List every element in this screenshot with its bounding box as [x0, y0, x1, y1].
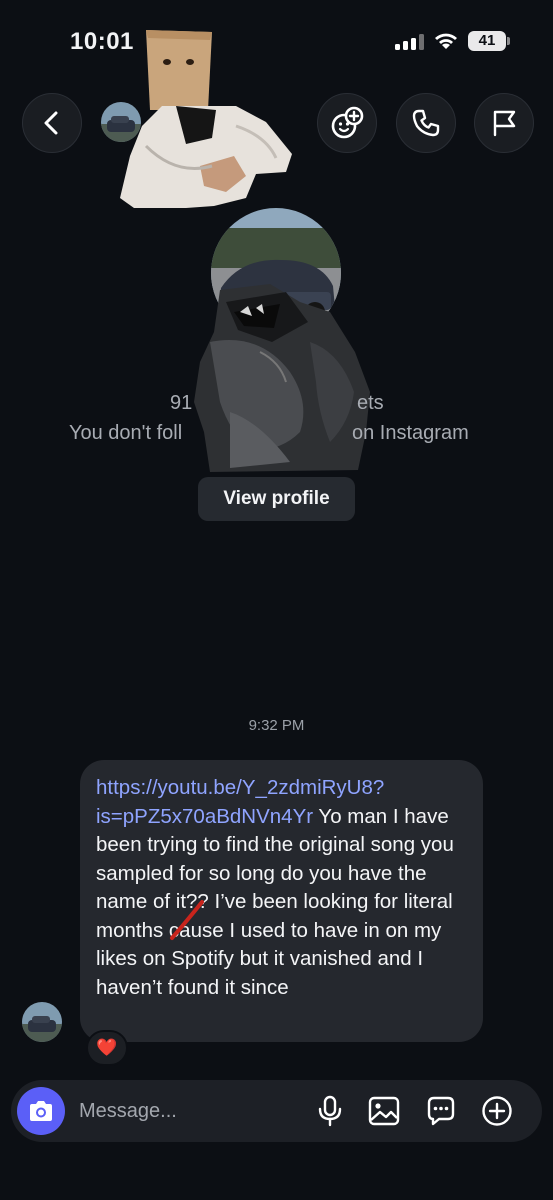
view-profile-button[interactable]: View profile [198, 477, 355, 521]
profile-stats-left: 91 [170, 392, 193, 414]
microphone-icon [318, 1095, 342, 1127]
message-composer [11, 1080, 542, 1142]
gallery-icon [368, 1096, 400, 1126]
profile-follow-right: on Instagram [352, 422, 469, 444]
report-button[interactable] [474, 93, 534, 153]
call-button[interactable] [396, 93, 456, 153]
more-options-button[interactable] [480, 1094, 514, 1128]
camera-icon [30, 1101, 52, 1121]
phone-icon [412, 109, 440, 137]
add-effects-button[interactable] [317, 93, 377, 153]
bag-head-sticker[interactable] [116, 26, 296, 213]
heart-icon: ❤️ [96, 1038, 118, 1057]
sticker-button[interactable] [424, 1094, 458, 1128]
wifi-icon [433, 31, 459, 56]
plus-icon [482, 1096, 512, 1126]
sender-avatar[interactable] [22, 1002, 62, 1042]
cellular-signal-icon [395, 34, 425, 50]
battery-tip [507, 37, 510, 45]
message-bubble[interactable]: https://youtu.be/Y_2zdmiRyU8?is=pPZ5x70a… [80, 760, 483, 1042]
gallery-button[interactable] [367, 1094, 401, 1128]
add-effects-icon [331, 106, 364, 139]
message-timestamp: 9:32 PM [248, 717, 305, 734]
message-input[interactable] [79, 1096, 299, 1126]
chevron-left-icon [44, 111, 58, 135]
battery-indicator: 41 [468, 31, 506, 51]
camera-button[interactable] [17, 1087, 65, 1135]
heart-reaction[interactable]: ❤️ [86, 1030, 128, 1066]
profile-follow-left: You don't foll [69, 422, 183, 444]
wolf-sticker[interactable] [190, 282, 378, 479]
flag-icon [493, 110, 516, 137]
microphone-button[interactable] [313, 1094, 347, 1128]
back-button[interactable] [22, 93, 82, 153]
sticker-icon [427, 1096, 455, 1126]
red-scribble-mark [170, 900, 204, 940]
profile-stats-right: ets [357, 392, 384, 414]
message-text: Yo man I have been trying to find the or… [96, 804, 454, 999]
